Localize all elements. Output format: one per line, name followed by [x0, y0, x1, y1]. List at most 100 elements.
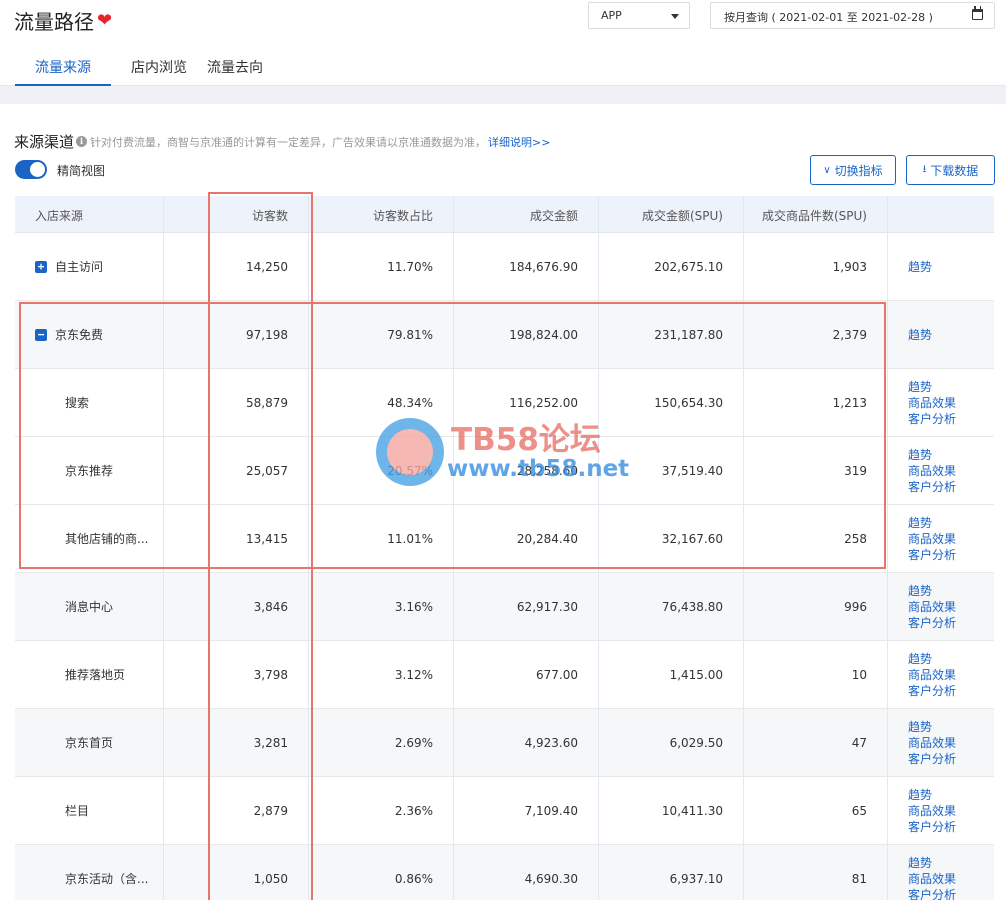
customer-analysis-link[interactable]: 客户分析	[908, 751, 994, 767]
download-icon: ⭳	[922, 163, 927, 175]
header-amount[interactable]: 成交金额	[454, 196, 599, 232]
amount-spu-cell: 1,415.00	[599, 640, 744, 709]
customer-analysis-link[interactable]: 客户分析	[908, 547, 994, 563]
amount-spu-cell: 76,438.80	[599, 572, 744, 641]
product-effect-link[interactable]: 商品效果	[908, 463, 994, 479]
download-data-label: 下载数据	[930, 163, 979, 178]
visitors-cell: 58,879	[164, 368, 309, 437]
trend-link[interactable]: 趋势	[908, 327, 994, 343]
table-row: 栏目 2,879 2.36% 7,109.40 10,411.30 65 趋势商…	[15, 776, 994, 845]
qty-spu-cell: 996	[744, 572, 888, 641]
trend-link[interactable]: 趋势	[908, 719, 994, 735]
row-actions: 趋势 商品效果 客户分析	[888, 379, 994, 427]
product-effect-link[interactable]: 商品效果	[908, 735, 994, 751]
trend-link[interactable]: 趋势	[908, 651, 994, 667]
amount-cell: 4,923.60	[454, 708, 599, 777]
tab-in-store-browse[interactable]: 店内浏览	[111, 48, 207, 86]
source-name: 京东活动（含...	[65, 871, 149, 886]
product-effect-link[interactable]: 商品效果	[908, 531, 994, 547]
page-title: 流量路径 ❤	[14, 6, 112, 35]
trend-link[interactable]: 趋势	[908, 515, 994, 531]
product-effect-link[interactable]: 商品效果	[908, 803, 994, 819]
qty-spu-cell: 258	[744, 504, 888, 573]
header-amount-spu[interactable]: 成交金额(SPU)	[599, 196, 744, 232]
download-data-button[interactable]: ⭳ 下载数据	[906, 155, 995, 185]
details-link[interactable]: 详细说明>>	[488, 134, 550, 150]
ratio-cell: 0.86%	[309, 844, 454, 900]
switch-metrics-label: 切换指标	[834, 163, 883, 178]
customer-analysis-link[interactable]: 客户分析	[908, 615, 994, 631]
header-visitors[interactable]: 访客数	[164, 196, 309, 232]
row-source: 栏目	[15, 776, 164, 845]
page-title-text: 流量路径	[14, 10, 94, 34]
amount-spu-cell: 150,654.30	[599, 368, 744, 437]
row-actions: 趋势 商品效果 客户分析	[888, 719, 994, 767]
source-name: 京东免费	[55, 327, 104, 342]
qty-spu-cell: 2,379	[744, 300, 888, 369]
header-qty-spu[interactable]: 成交商品件数(SPU)	[744, 196, 888, 232]
amount-spu-cell: 202,675.10	[599, 232, 744, 301]
amount-cell: 116,252.00	[454, 368, 599, 437]
row-actions: 趋势 商品效果 客户分析	[888, 651, 994, 699]
visitors-cell: 14,250	[164, 232, 309, 301]
date-range-value: 按月查询 ( 2021-02-01 至 2021-02-28 )	[724, 11, 933, 24]
customer-analysis-link[interactable]: 客户分析	[908, 479, 994, 495]
trend-link[interactable]: 趋势	[908, 447, 994, 463]
customer-analysis-link[interactable]: 客户分析	[908, 411, 994, 427]
section-divider	[0, 86, 1006, 104]
customer-analysis-link[interactable]: 客户分析	[908, 819, 994, 835]
product-effect-link[interactable]: 商品效果	[908, 599, 994, 615]
amount-cell: 20,284.40	[454, 504, 599, 573]
row-source: 消息中心	[15, 572, 164, 641]
row-actions: 趋势	[888, 327, 994, 343]
trend-link[interactable]: 趋势	[908, 259, 994, 275]
switch-metrics-button[interactable]: ∨ 切换指标	[810, 155, 896, 185]
visitors-cell: 13,415	[164, 504, 309, 573]
visitors-cell: 3,846	[164, 572, 309, 641]
product-effect-link[interactable]: 商品效果	[908, 395, 994, 411]
expand-icon[interactable]: +	[35, 260, 47, 273]
qty-spu-cell: 319	[744, 436, 888, 505]
trend-link[interactable]: 趋势	[908, 855, 994, 871]
product-effect-link[interactable]: 商品效果	[908, 871, 994, 887]
header-visitor-ratio[interactable]: 访客数占比	[309, 196, 454, 232]
row-actions: 趋势 商品效果 客户分析	[888, 515, 994, 563]
customer-analysis-link[interactable]: 客户分析	[908, 683, 994, 699]
table-row: − 京东免费 97,198 79.81% 198,824.00 231,187.8…	[15, 300, 994, 369]
trend-link[interactable]: 趋势	[908, 787, 994, 803]
header-actions	[888, 196, 994, 232]
row-source: + 自主访问	[15, 232, 164, 301]
table-row: 搜索 58,879 48.34% 116,252.00 150,654.30 1…	[15, 368, 994, 437]
tab-traffic-source[interactable]: 流量来源	[15, 48, 111, 86]
amount-spu-cell: 6,029.50	[599, 708, 744, 777]
source-name: 京东首页	[65, 735, 114, 750]
visitors-cell: 1,050	[164, 844, 309, 900]
date-range-picker[interactable]: 按月查询 ( 2021-02-01 至 2021-02-28 )	[710, 2, 995, 29]
amount-spu-cell: 6,937.10	[599, 844, 744, 900]
trend-link[interactable]: 趋势	[908, 379, 994, 395]
ratio-cell: 2.36%	[309, 776, 454, 845]
visitors-cell: 3,281	[164, 708, 309, 777]
row-source: 京东推荐	[15, 436, 164, 505]
row-actions: 趋势 商品效果 客户分析	[888, 787, 994, 835]
table-row: 京东活动（含... 1,050 0.86% 4,690.30 6,937.10 …	[15, 844, 994, 900]
source-channel-table: 入店来源 访客数 访客数占比 成交金额 成交金额(SPU) 成交商品件数(SPU…	[15, 196, 994, 900]
heart-icon[interactable]: ❤	[97, 10, 112, 31]
page-header: 流量路径 ❤ APP 按月查询 ( 2021-02-01 至 2021-02-2…	[0, 0, 1006, 86]
ratio-cell: 11.01%	[309, 504, 454, 573]
customer-analysis-link[interactable]: 客户分析	[908, 887, 994, 900]
visitors-cell: 2,879	[164, 776, 309, 845]
trend-link[interactable]: 趋势	[908, 583, 994, 599]
table-row: 推荐落地页 3,798 3.12% 677.00 1,415.00 10 趋势商…	[15, 640, 994, 709]
ratio-cell: 3.16%	[309, 572, 454, 641]
product-effect-link[interactable]: 商品效果	[908, 667, 994, 683]
amount-cell: 28,258.60	[454, 436, 599, 505]
ratio-cell: 79.81%	[309, 300, 454, 369]
simple-view-toggle[interactable]	[15, 160, 47, 179]
tab-traffic-destination[interactable]: 流量去向	[207, 48, 303, 86]
source-name: 栏目	[65, 803, 90, 818]
amount-spu-cell: 32,167.60	[599, 504, 744, 573]
collapse-icon[interactable]: −	[35, 328, 47, 341]
section-header: 来源渠道 i 针对付费流量，商智与京准通的计算有一定差异，广告效果请以京准通数据…	[14, 131, 550, 152]
platform-select[interactable]: APP	[588, 2, 690, 29]
